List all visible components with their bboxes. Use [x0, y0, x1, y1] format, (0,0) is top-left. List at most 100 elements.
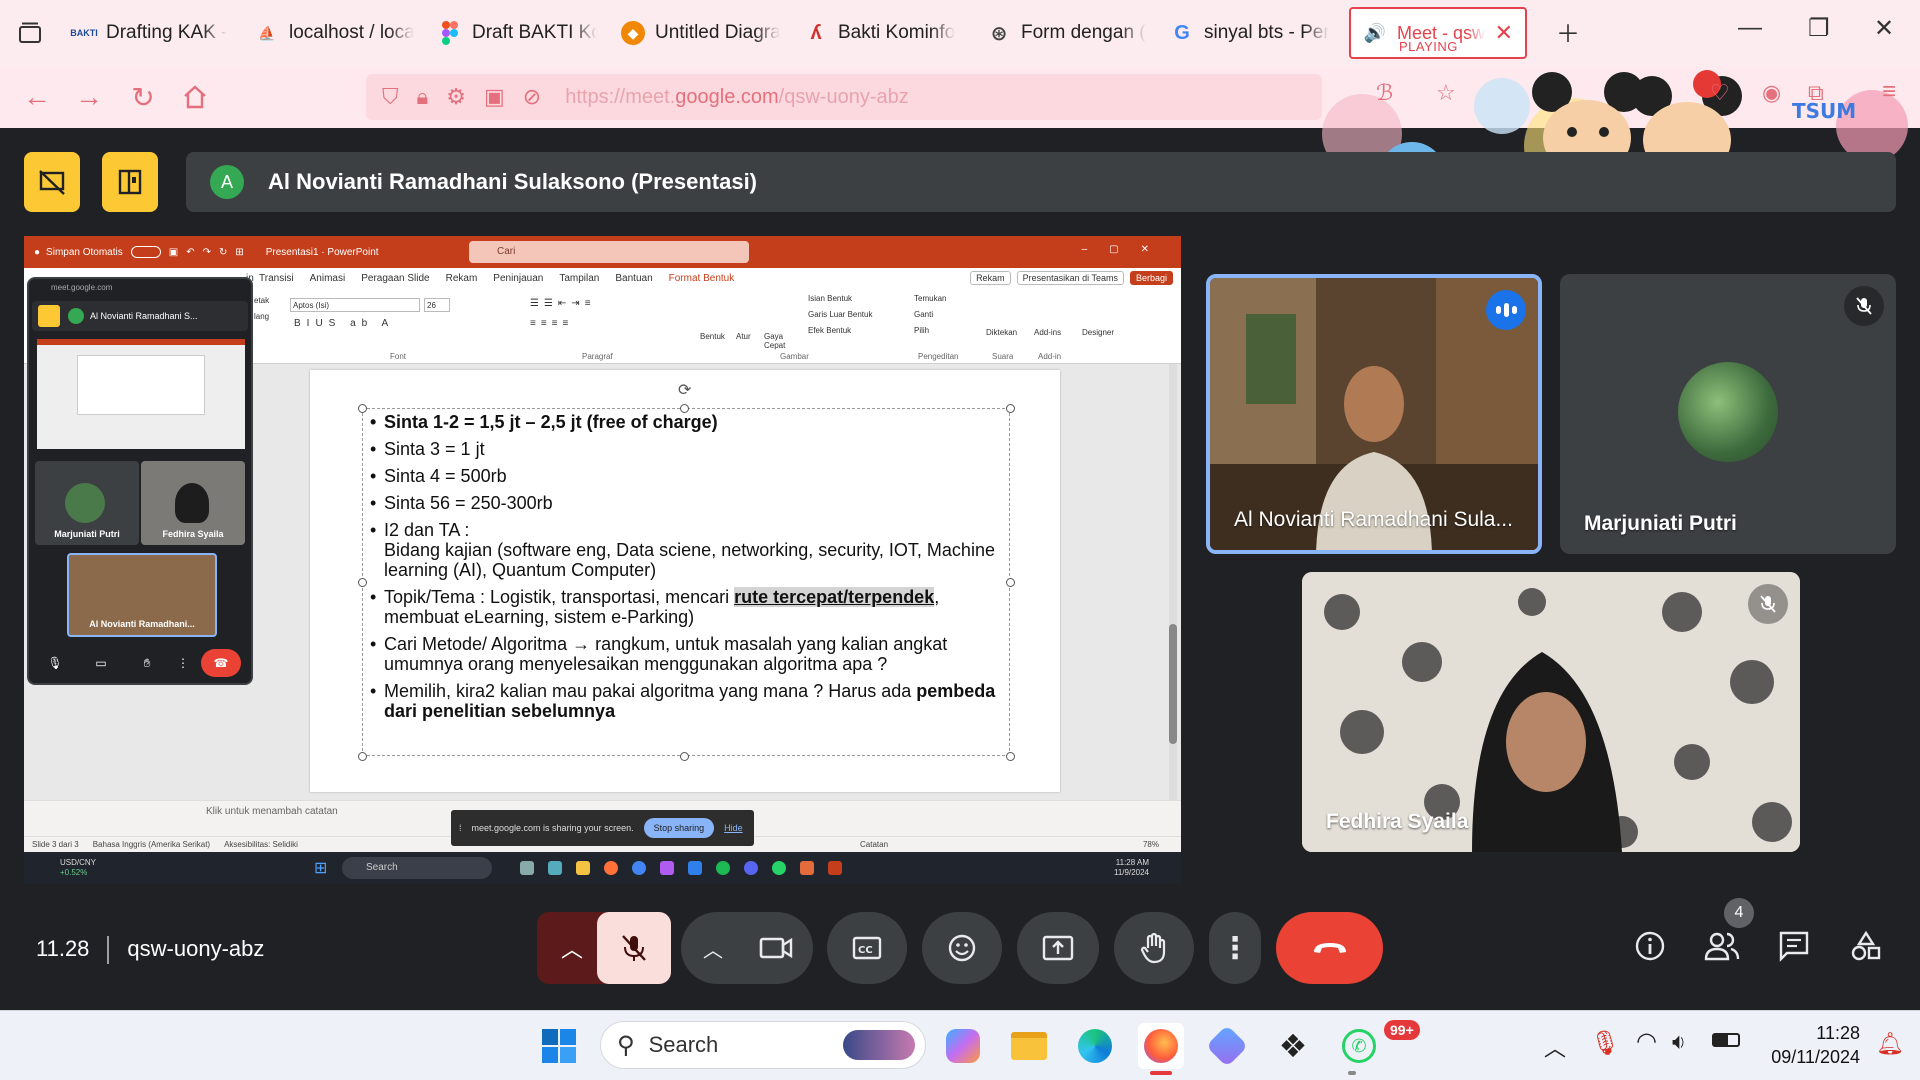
browser-tab[interactable]: ⊛ Form dengan ( [975, 10, 1158, 56]
permissions-icon[interactable]: ⚙ [446, 84, 466, 110]
back-arrow-icon[interactable]: ← [20, 80, 54, 114]
ribbon-label[interactable]: Bentuk [700, 332, 725, 341]
ribbon-tab[interactable]: Bantuan [615, 273, 652, 284]
present-in-teams-button[interactable]: Presentasikan di Teams [1016, 271, 1124, 285]
browser-tab[interactable]: ʎ Bakti Kominfo [792, 10, 975, 56]
ribbon-label[interactable]: Efek Bentuk [808, 326, 851, 335]
paragraph-icons[interactable]: ☰☰⇤⇥≡ [530, 298, 596, 309]
zoom-level[interactable]: 78% [1143, 840, 1159, 849]
browser-tab[interactable]: Draft BAKTI Ko [426, 10, 609, 56]
participant-tile[interactable]: Al Novianti Ramadhani Sula... [1206, 274, 1542, 554]
account-icon[interactable]: ◉ [1762, 80, 1781, 106]
ribbon-label[interactable]: Pilih [914, 326, 929, 335]
ribbon-tab[interactable]: Peragaan Slide [361, 273, 429, 284]
captions-button[interactable]: CC [827, 912, 907, 984]
microphone-off-button[interactable] [597, 912, 671, 984]
resize-handle[interactable] [358, 578, 367, 587]
font-size-select[interactable]: 26 [424, 298, 450, 312]
url-bar[interactable]: ⛉ 🔒︎ ⚙ ▣ ⊘ https://meet.google.com/qsw-u… [366, 74, 1322, 120]
autoplay-blocked-icon[interactable]: ⊘ [523, 84, 541, 110]
start-icon[interactable]: ⊞ [314, 858, 327, 878]
reactions-button[interactable] [922, 912, 1002, 984]
start-button[interactable] [536, 1023, 582, 1069]
record-button[interactable]: Rekam [970, 271, 1011, 285]
copilot-app[interactable] [940, 1023, 986, 1069]
raise-hand-button[interactable] [1114, 912, 1194, 984]
powerpoint-icon[interactable] [828, 861, 842, 875]
app-icon[interactable] [548, 861, 562, 875]
app-icon[interactable] [800, 861, 814, 875]
meeting-details-icon[interactable] [1630, 926, 1670, 966]
whatsapp-app[interactable]: ✆ [1336, 1023, 1382, 1069]
ribbon-label[interactable]: Gaya Cepat [764, 332, 790, 350]
tab-list-button[interactable] [0, 0, 60, 66]
translate-icon[interactable]: ℬ [1376, 80, 1393, 106]
ribbon-label[interactable]: Atur [736, 332, 751, 341]
extensions-icon[interactable]: ⧉ [1808, 80, 1824, 106]
ribbon-label[interactable]: Ganti [914, 310, 933, 319]
pip-more-icon[interactable]: ⋮ [169, 649, 197, 677]
pip-participant-tile[interactable]: Al Novianti Ramadhani... [67, 553, 217, 637]
pip-participant-tile[interactable]: Fedhira Syaila [141, 461, 245, 545]
alignment-icons[interactable]: ≡≡≡≡ [530, 318, 573, 329]
hide-sharing-bar-link[interactable]: Hide [724, 823, 743, 833]
share-button[interactable]: Berbagi [1129, 271, 1173, 285]
slide-canvas[interactable]: ⟳ Sinta 1-2 = 1,5 jt – 2,5 jt (free of c… [310, 370, 1060, 792]
participant-tile[interactable]: Marjuniati Putri [1560, 274, 1896, 554]
ribbon-tab[interactable]: Transisi [259, 273, 294, 284]
microphone-in-use-icon[interactable]: 🎙︎ [1590, 1029, 1620, 1058]
ribbon-label[interactable]: Garis Luar Bentuk [808, 310, 872, 319]
notes-toggle[interactable]: Catatan [860, 840, 888, 849]
file-explorer-app[interactable] [1006, 1023, 1052, 1069]
pip-end-call-icon[interactable]: ☎︎ [201, 649, 241, 677]
maximize-icon[interactable]: ❐ [1808, 14, 1830, 43]
resize-handle[interactable] [1006, 752, 1015, 761]
resize-handle[interactable] [358, 752, 367, 761]
meet-pip-window[interactable]: meet.google.com Al Novianti Ramadhani S.… [29, 279, 251, 683]
browser-tab-active[interactable]: 🔊 Meet - qsw PLAYING ✕ [1349, 7, 1527, 59]
close-window-icon[interactable]: ✕ [1874, 14, 1894, 43]
ribbon-tab[interactable]: Animasi [310, 273, 346, 284]
ppt-window-controls[interactable]: –▢✕ [1082, 244, 1171, 255]
ribbon-label[interactable]: Designer [1082, 328, 1114, 337]
slide-scrollbar[interactable] [1169, 364, 1177, 800]
notification-bell-icon[interactable]: 🔔︎ [1876, 1031, 1904, 1057]
chat-icon[interactable] [1774, 926, 1814, 966]
shield-icon[interactable]: ⛉ [382, 84, 399, 110]
participant-tile[interactable]: Fedhira Syaila [1302, 572, 1800, 852]
discord-icon[interactable] [744, 861, 758, 875]
ribbon-label[interactable]: Add-ins [1034, 328, 1061, 337]
currency-widget[interactable]: USD/CNY +0.52% [60, 858, 96, 878]
pocket-icon[interactable]: ♡ [1710, 80, 1730, 106]
menu-icon[interactable]: ≡ [1882, 78, 1896, 106]
taskview-icon[interactable] [520, 861, 534, 875]
rotate-handle-icon[interactable]: ⟳ [678, 380, 691, 400]
explorer-icon[interactable] [576, 861, 590, 875]
video-options-button[interactable]: ︿ [681, 912, 813, 984]
whatsapp-icon[interactable] [772, 861, 786, 875]
bookmark-star-icon[interactable]: ☆ [1436, 80, 1456, 106]
browser-tab[interactable]: BAKTI Drafting KAK - [60, 10, 243, 56]
stop-presenting-layout-button[interactable] [24, 152, 80, 212]
speaker-icon[interactable]: 🔊 [1363, 21, 1387, 45]
dropbox-app[interactable]: ❖ [1270, 1023, 1316, 1069]
browser-tab[interactable]: ⛵ localhost / loca [243, 10, 426, 56]
reload-icon[interactable]: ↻ [126, 80, 160, 114]
lock-icon[interactable]: 🔒︎ [417, 84, 429, 110]
accessibility-status[interactable]: Aksesibilitas: Selidiki [224, 840, 298, 849]
ribbon-label[interactable]: Diktekan [986, 328, 1017, 337]
new-tab-icon[interactable]: ＋ [1556, 14, 1580, 49]
copilot-pro-app[interactable] [1204, 1023, 1250, 1069]
language-status[interactable]: Bahasa Inggris (Amerika Serikat) [93, 840, 210, 849]
pip-camera-icon[interactable]: ▭ [87, 649, 115, 677]
autosave-toggle[interactable] [130, 246, 161, 258]
fullscreen-presentation-button[interactable] [102, 152, 158, 212]
present-screen-button[interactable] [1017, 912, 1099, 984]
ribbon-tab[interactable]: Peninjauan [493, 273, 543, 284]
stop-sharing-button[interactable]: Stop sharing [643, 818, 715, 838]
vscode-icon[interactable] [688, 861, 702, 875]
pip-mic-icon[interactable]: 🎙︎ [41, 649, 69, 677]
font-select[interactable]: Aptos (Isi) [290, 298, 420, 312]
system-clock[interactable]: 11:28 09/11/2024 [1771, 1021, 1860, 1069]
firefox-app[interactable] [1138, 1023, 1184, 1069]
